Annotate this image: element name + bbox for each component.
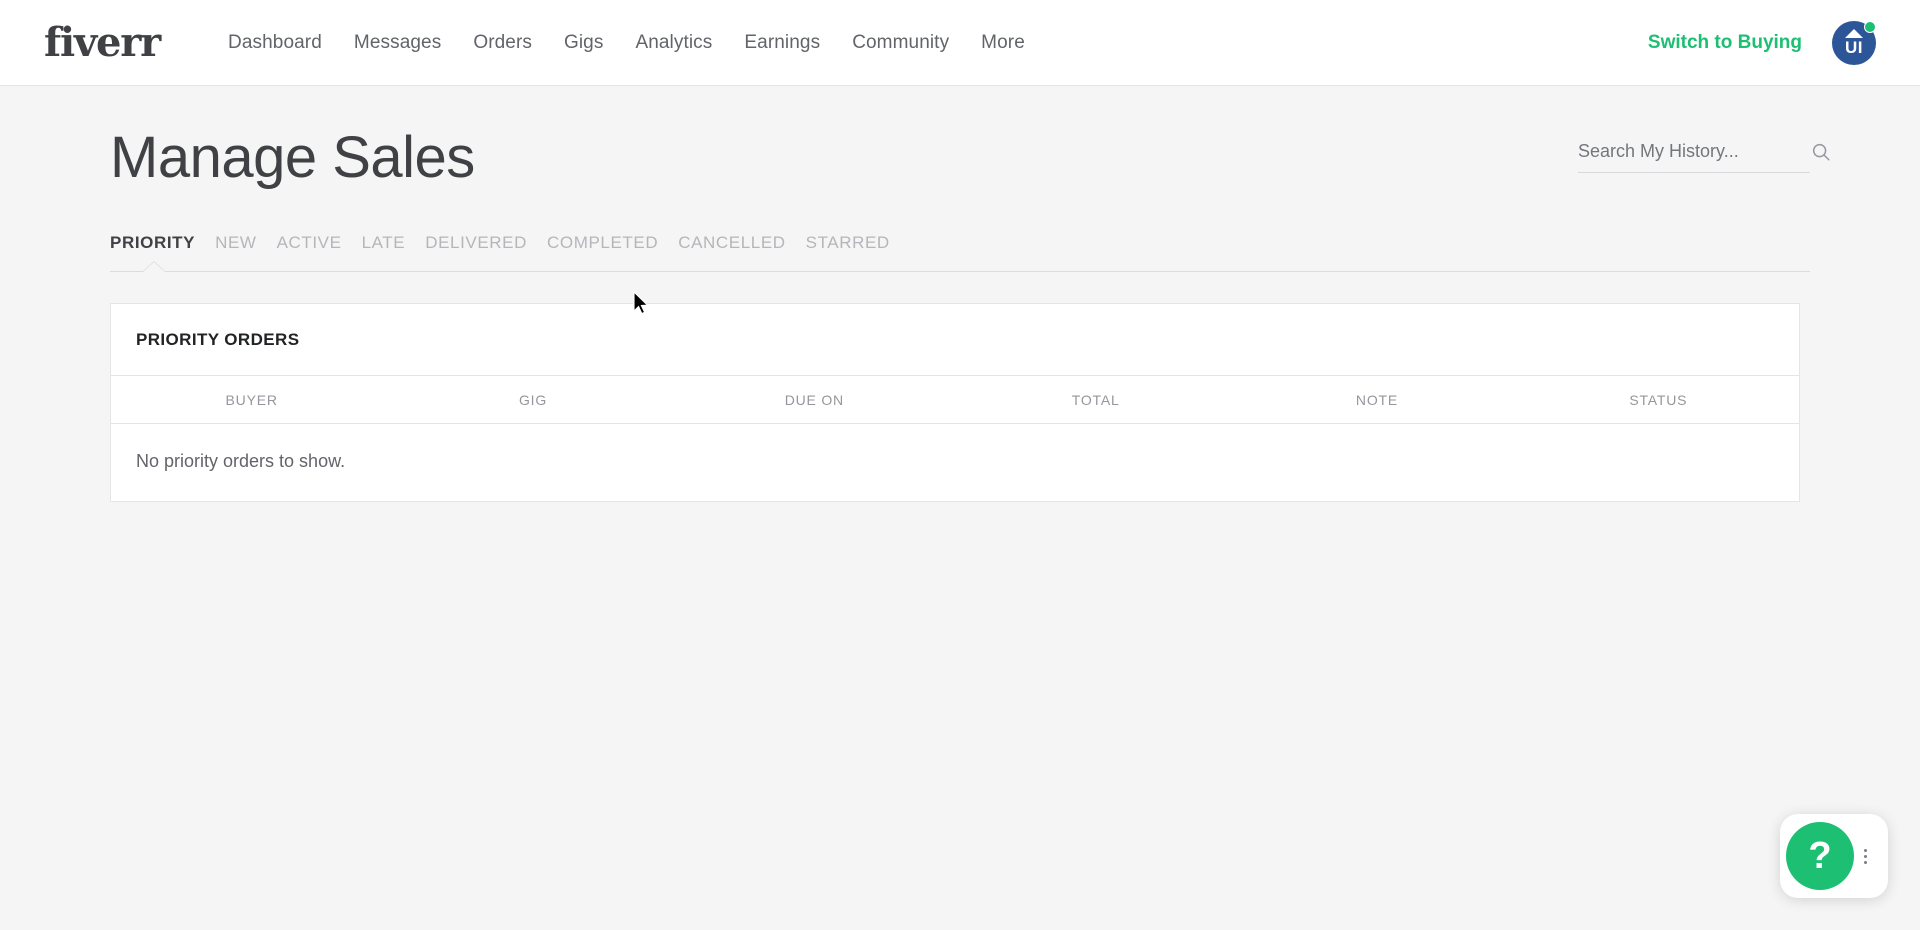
nav-item-earnings[interactable]: Earnings [728,22,836,64]
tabs-divider [110,261,1810,274]
user-avatar[interactable]: UI [1832,20,1876,65]
search-icon[interactable] [1810,141,1832,163]
avatar-initials: UI [1845,38,1863,57]
table-header-row: BUYER GIG DUE ON TOTAL NOTE STATUS [111,376,1799,424]
help-widget: ? [1780,814,1888,898]
tab-new[interactable]: NEW [215,233,276,271]
nav-right-group: Switch to Buying UI [1648,20,1876,65]
nav-item-messages[interactable]: Messages [338,22,457,64]
kebab-menu-icon[interactable] [1860,843,1871,870]
column-header-note: NOTE [1355,391,1399,408]
tab-starred[interactable]: STARRED [806,233,910,271]
nav-item-gigs[interactable]: Gigs [548,22,619,64]
tab-cancelled[interactable]: CANCELLED [678,233,805,271]
fiverr-logo[interactable]: fiverr [44,22,161,63]
empty-state-message: No priority orders to show. [136,450,346,471]
tab-late[interactable]: LATE [362,233,426,271]
column-header-total: TOTAL [1071,391,1120,408]
orders-table: BUYER GIG DUE ON TOTAL NOTE STATUS No pr… [111,376,1799,501]
page-title: Manage Sales [110,125,475,190]
empty-state-row: No priority orders to show. [111,423,1799,501]
switch-to-buying-link[interactable]: Switch to Buying [1648,32,1802,54]
online-status-badge [1864,20,1876,33]
orders-tabs: PRIORITY NEW ACTIVE LATE DELIVERED COMPL… [110,233,1810,271]
card-header: PRIORITY ORDERS [111,304,1799,376]
nav-item-community[interactable]: Community [836,22,965,64]
nav-item-orders[interactable]: Orders [457,22,548,64]
search-history-box [1578,141,1830,173]
main-nav-links: Dashboard Messages Orders Gigs Analytics… [212,22,1041,64]
orders-tabs-section: PRIORITY NEW ACTIVE LATE DELIVERED COMPL… [110,233,1810,274]
page-header-row: Manage Sales [110,86,1830,190]
active-tab-caret-icon [143,261,165,274]
column-header-buyer: BUYER [225,391,278,408]
card-title: PRIORITY ORDERS [136,329,300,349]
chevron-up-icon [1845,29,1863,38]
orders-table-body: No priority orders to show. [111,423,1799,501]
tab-completed[interactable]: COMPLETED [547,233,678,271]
tab-delivered[interactable]: DELIVERED [425,233,547,271]
column-header-status: STATUS [1629,391,1688,408]
page-container: Manage Sales PRIORITY NEW ACTIVE LATE DE… [0,86,1920,502]
column-header-due-on: DUE ON [784,391,844,408]
help-button[interactable]: ? [1786,822,1854,890]
top-navigation-bar: fiverr Dashboard Messages Orders Gigs An… [0,0,1920,86]
orders-table-head: BUYER GIG DUE ON TOTAL NOTE STATUS [111,376,1799,424]
column-header-gig: GIG [518,391,548,408]
nav-item-analytics[interactable]: Analytics [619,22,728,64]
tab-active[interactable]: ACTIVE [277,233,362,271]
nav-item-more[interactable]: More [965,22,1041,64]
priority-orders-card: PRIORITY ORDERS BUYER GIG DUE ON TOTAL N… [110,302,1800,502]
search-input[interactable] [1578,141,1810,163]
nav-item-dashboard[interactable]: Dashboard [212,22,338,64]
